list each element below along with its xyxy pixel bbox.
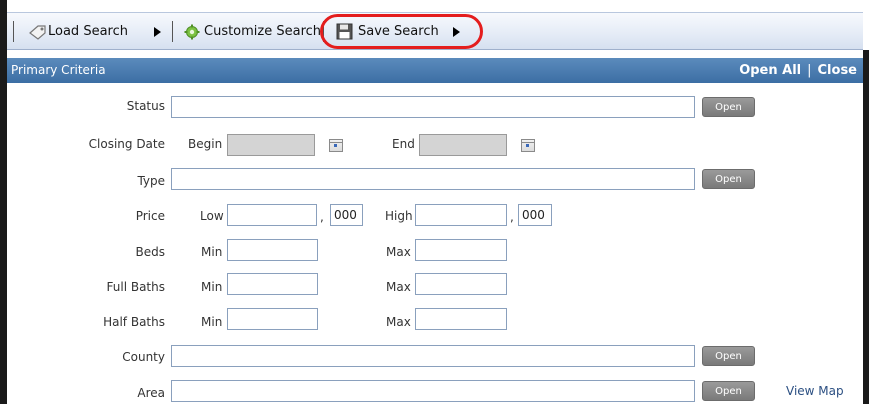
price-low-thousands: 000 [330,204,363,226]
price-high-input[interactable] [415,204,507,226]
status-input[interactable] [171,96,695,118]
closing-end-input[interactable] [419,134,507,156]
half-baths-max-input[interactable] [415,308,507,330]
beds-min-input[interactable] [227,239,318,261]
full-baths-min-label: Min [201,280,223,294]
beds-max-input[interactable] [415,239,507,261]
full-baths-label: Full Baths [106,280,165,294]
toolbar-separator [13,21,14,42]
full-baths-max-input[interactable] [415,273,507,295]
right-window-border [863,50,869,404]
status-open-button[interactable]: Open [702,97,755,117]
type-open-button[interactable]: Open [702,169,755,189]
type-input[interactable] [171,168,695,190]
open-all-link[interactable]: Open All [739,63,801,78]
primary-criteria-header: Primary Criteria Open All | Close [7,58,863,83]
left-window-border [0,0,7,404]
high-label: High [385,209,413,223]
view-map-link[interactable]: View Map [786,384,844,398]
closing-begin-input[interactable] [227,134,315,156]
half-baths-max-label: Max [386,315,411,329]
county-label: County [122,350,165,364]
load-search-menu-arrow[interactable] [154,27,161,37]
price-label: Price [135,209,165,223]
closing-date-label: Closing Date [88,137,165,151]
panel-title: Primary Criteria [11,63,106,77]
close-link[interactable]: Close [818,63,857,78]
full-baths-max-label: Max [386,280,411,294]
area-open-button[interactable]: Open [702,381,755,401]
calendar-icon[interactable] [329,139,343,152]
end-label: End [392,137,415,151]
calendar-icon[interactable] [521,139,535,152]
full-baths-min-input[interactable] [227,273,318,295]
area-input[interactable] [171,380,695,402]
half-baths-min-input[interactable] [227,308,318,330]
status-label: Status [126,99,165,113]
beds-label: Beds [135,245,165,259]
customize-search-button[interactable]: Customize Search [204,13,321,51]
save-search-highlight-ring [320,14,483,49]
header-links: Open All | Close [739,58,857,83]
header-divider: | [807,63,812,78]
price-low-input[interactable] [227,204,317,226]
half-baths-min-label: Min [201,315,223,329]
beds-max-label: Max [386,245,411,259]
low-label: Low [200,209,224,223]
price-low-comma: , [320,210,324,224]
county-open-button[interactable]: Open [702,346,755,366]
area-label: Area [137,386,165,400]
county-input[interactable] [171,345,695,367]
load-search-icon [29,25,46,40]
beds-min-label: Min [201,245,223,259]
begin-label: Begin [188,137,223,151]
price-high-comma: , [510,210,514,224]
half-baths-label: Half Baths [103,315,165,329]
load-search-button[interactable]: Load Search [48,13,128,51]
search-window: Load Search Customize Search Save Search… [0,0,869,404]
type-label: Type [137,174,165,188]
customize-gear-icon [184,24,200,40]
price-high-thousands: 000 [518,204,552,226]
toolbar-separator [172,21,173,42]
